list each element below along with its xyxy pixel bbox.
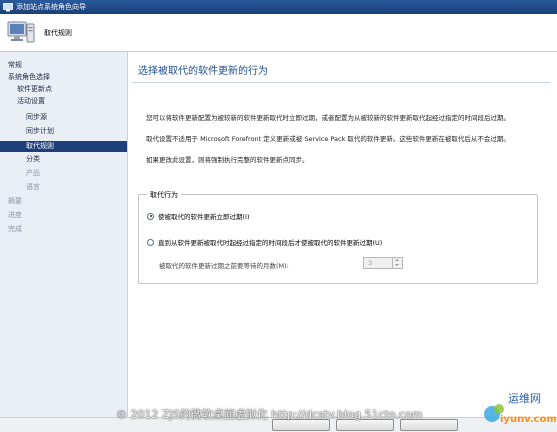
- nav-item-supersedence-rules[interactable]: 取代规则: [0, 141, 127, 152]
- expire-immediately-radio[interactable]: [147, 212, 154, 220]
- watermark-text: © 2012 ZJS的微软桌面虚拟化 http://dcstv.blog.51c…: [116, 408, 423, 421]
- months-to-wait-value: 3: [368, 259, 373, 267]
- computer-icon: [7, 21, 35, 43]
- expire-immediately-option[interactable]: 使被取代的软件更新立即过期(I): [147, 211, 250, 221]
- site-logo: 运维网 iyunv.com: [484, 392, 556, 425]
- description-paragraph-2: 取代设置不适用于 Microsoft Forefront 定义更新或被 Serv…: [146, 135, 510, 143]
- months-to-wait-label: 被取代的软件更新过期之前要等待的月数(M):: [159, 262, 289, 270]
- nav-item-languages[interactable]: 语言: [26, 182, 40, 193]
- expire-immediately-label: 使被取代的软件更新立即过期(I): [158, 213, 250, 221]
- nav-item-active-settings[interactable]: 活动设置: [17, 96, 45, 107]
- expire-after-period-label: 直到从软件更新被取代时起经过指定的时间段后才使被取代的软件更新过期(U): [158, 239, 383, 247]
- nav-item-summary[interactable]: 摘要: [8, 196, 22, 207]
- page-heading: 选择被取代的软件更新的行为: [138, 66, 268, 77]
- expire-after-period-option[interactable]: 直到从软件更新被取代时起经过指定的时间段后才使被取代的软件更新过期(U): [147, 237, 382, 247]
- nav-item-classifications[interactable]: 分类: [26, 154, 40, 165]
- wizard-app-icon: [3, 2, 13, 11]
- heading-divider: [132, 82, 550, 83]
- nav-item-software-update-point[interactable]: 软件更新点: [17, 84, 52, 95]
- logo-line-1: 运维网: [508, 392, 541, 405]
- nav-item-products[interactable]: 产品: [26, 168, 40, 179]
- main-panel: 选择被取代的软件更新的行为 您可以将软件更新配置为被较新的软件更新取代时立即过期…: [128, 52, 557, 417]
- stepper-down-icon[interactable]: [393, 263, 402, 268]
- nav-item-progress[interactable]: 进度: [8, 210, 22, 221]
- expire-after-period-radio[interactable]: [147, 238, 154, 246]
- header-title: 取代规则: [44, 29, 72, 37]
- window-title: 添加站点系统角色向导: [16, 3, 86, 11]
- nav-item-sync-schedule[interactable]: 同步计划: [26, 126, 54, 137]
- stepper-buttons: [392, 258, 402, 268]
- title-bar: 添加站点系统角色向导: [0, 0, 557, 14]
- group-legend: 取代行为: [147, 190, 181, 200]
- months-to-wait-stepper[interactable]: 3: [363, 257, 403, 269]
- wizard-header: 取代规则: [0, 14, 557, 52]
- description-paragraph-3: 如果更改此设置，则将强制执行完整的软件更新点同步。: [146, 156, 309, 164]
- logo-line-2: iyunv.com: [500, 414, 556, 425]
- supersedence-behavior-group: 取代行为 使被取代的软件更新立即过期(I) 直到从软件更新被取代时起经过指定的时…: [138, 190, 538, 284]
- nav-item-system-role-selection[interactable]: 系统角色选择: [8, 72, 50, 83]
- description-paragraph-1: 您可以将软件更新配置为被较新的软件更新取代时立即过期，或者配置为从被较新的软件更…: [146, 114, 510, 122]
- wizard-sidebar: 常规 系统角色选择 软件更新点 活动设置 同步源 同步计划 取代规则 分类 产品…: [0, 52, 128, 417]
- nav-item-completion[interactable]: 完成: [8, 224, 22, 235]
- nav-item-general[interactable]: 常规: [8, 60, 22, 71]
- nav-item-sync-source[interactable]: 同步源: [26, 112, 47, 123]
